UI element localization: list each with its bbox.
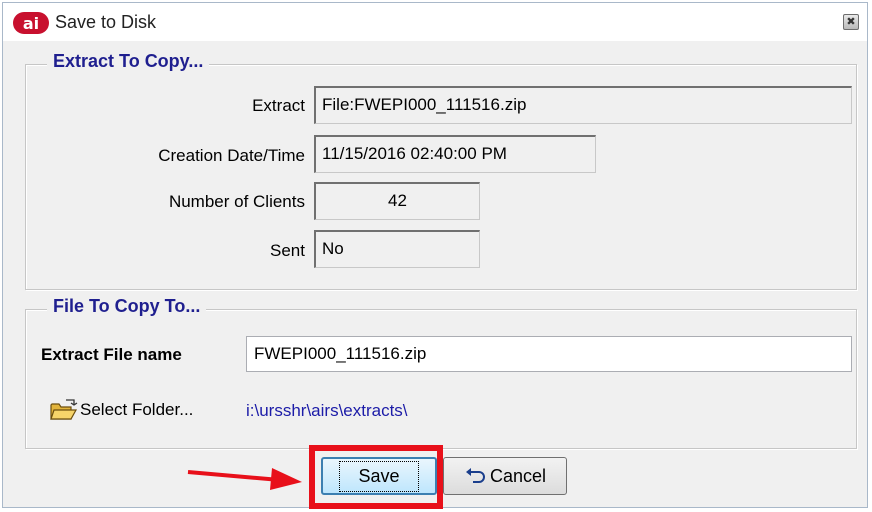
sent-field: No — [314, 230, 480, 268]
file-to-copy-to-group — [25, 309, 857, 449]
app-logo-icon: ai — [13, 12, 49, 34]
close-icon: ✖ — [846, 16, 856, 28]
select-folder-button[interactable]: Select Folder... — [49, 397, 193, 423]
red-arrow-icon — [186, 460, 306, 495]
cancel-button[interactable]: Cancel — [443, 457, 567, 495]
sent-label: Sent — [270, 241, 305, 260]
creation-date-time-label: Creation Date/Time — [158, 146, 305, 165]
extract-group-legend: Extract To Copy... — [47, 51, 210, 72]
window-title: Save to Disk — [55, 12, 157, 32]
title-bar: ai Save to Disk ✖ — [3, 3, 867, 41]
number-of-clients-label: Number of Clients — [168, 192, 305, 211]
extract-label: Extract — [252, 96, 305, 115]
save-to-disk-dialog: ai Save to Disk ✖ Extract To Copy... Ext… — [2, 2, 868, 508]
open-folder-icon — [49, 399, 79, 421]
close-button[interactable]: ✖ — [843, 14, 859, 30]
save-highlight-annotation — [309, 445, 443, 509]
extract-file-name-label: Extract File name — [41, 345, 182, 364]
cancel-button-label: Cancel — [489, 465, 547, 486]
folder-path-link[interactable]: i:\ursshr\airs\extracts\ — [246, 401, 408, 421]
undo-arrow-icon — [464, 467, 486, 485]
extract-file-name-input[interactable] — [246, 336, 852, 372]
number-of-clients-field: 42 — [314, 182, 480, 220]
creation-date-time-field: 11/15/2016 02:40:00 PM — [314, 135, 596, 173]
extract-value-field: File:FWEPI000_111516.zip — [314, 86, 852, 124]
select-folder-label: Select Folder... — [80, 400, 194, 419]
file-group-legend: File To Copy To... — [47, 296, 207, 317]
